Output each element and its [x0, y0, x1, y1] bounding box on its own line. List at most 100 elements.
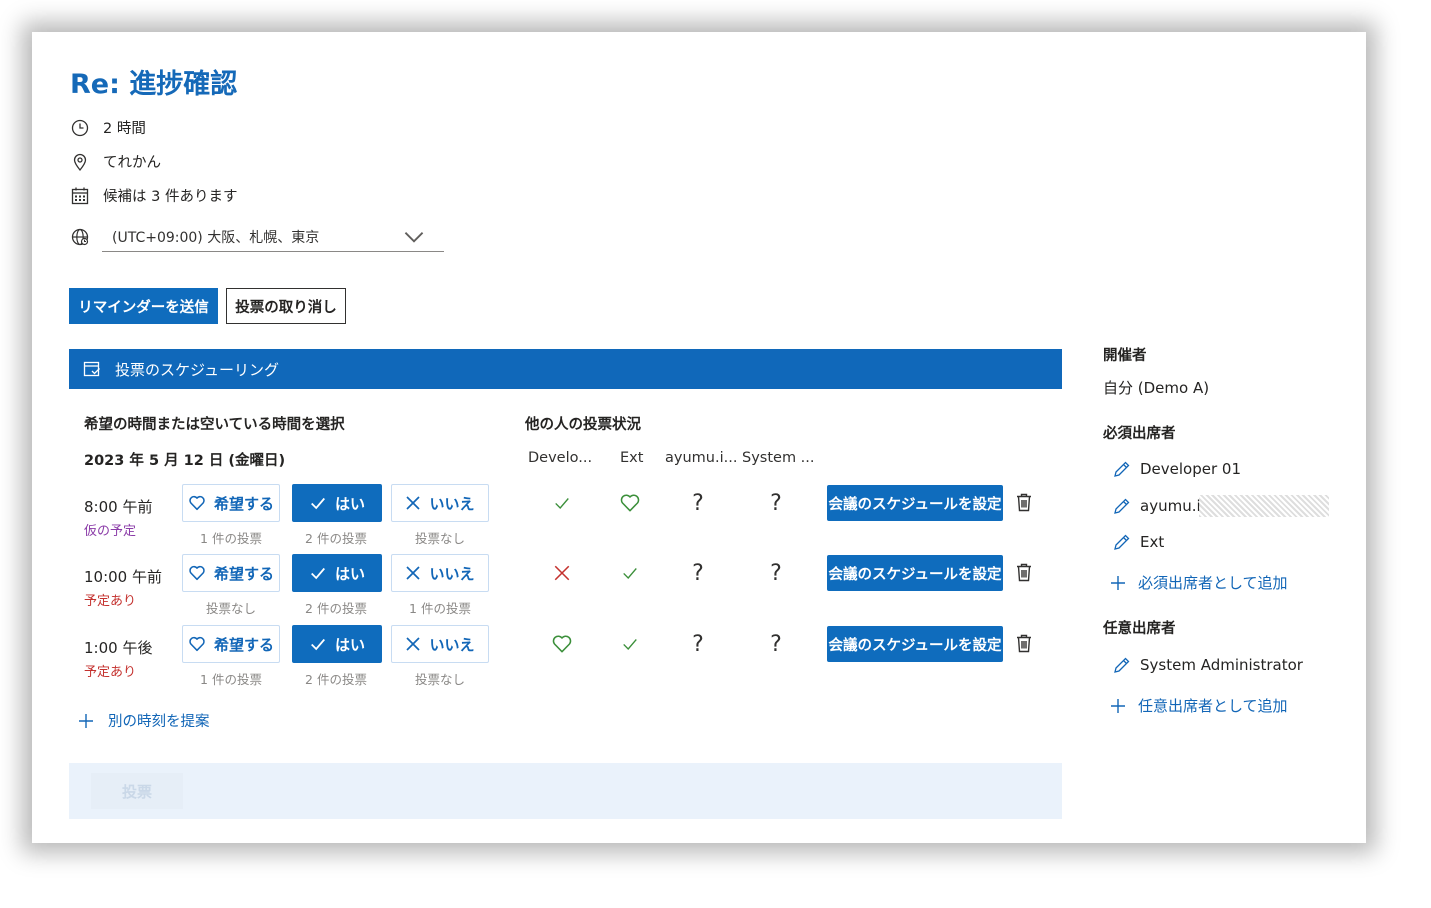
- trash-icon[interactable]: [1016, 493, 1032, 516]
- attendee-vote-mark: ?: [762, 559, 790, 587]
- heart-icon: [552, 635, 572, 653]
- heart-icon: [189, 636, 205, 652]
- organizer-heading: 開催者: [1103, 348, 1147, 364]
- clock-icon: [71, 119, 89, 136]
- propose-time-label: 別の時刻を提案: [108, 714, 210, 730]
- globe-icon: [71, 228, 89, 246]
- propose-time-link[interactable]: 別の時刻を提案: [78, 710, 210, 731]
- check-icon: [311, 638, 325, 651]
- attendee-vote-mark: [548, 630, 576, 658]
- check-icon: [311, 497, 325, 510]
- add-optional-link[interactable]: 任意出席者として追加: [1110, 695, 1288, 716]
- vote-no-button[interactable]: いいえ: [391, 554, 489, 592]
- vote-yes-button[interactable]: はい: [292, 554, 382, 592]
- vote-count: 投票なし: [414, 531, 465, 546]
- send-reminder-button[interactable]: リマインダーを送信: [69, 288, 218, 324]
- vote-prefer-button[interactable]: 希望する: [182, 554, 280, 592]
- vote-yes-button[interactable]: はい: [292, 625, 382, 663]
- question-mark-icon: ?: [692, 560, 704, 586]
- attendee-name: ayumu.i: [1140, 497, 1201, 515]
- schedule-meeting-button[interactable]: 会議のスケジュールを設定: [827, 485, 1003, 521]
- pencil-icon: [1114, 657, 1130, 673]
- required-heading: 必須出席者: [1103, 426, 1176, 442]
- others-votes-heading: 他の人の投票状況: [525, 417, 641, 433]
- vote-label: いいえ: [429, 564, 475, 583]
- attendee-name: Ext: [1140, 533, 1165, 551]
- vote-prefer-button[interactable]: 希望する: [182, 625, 280, 663]
- slot-status: 仮の予定: [84, 524, 137, 539]
- attendee-vote-mark: [616, 489, 644, 517]
- vote-count: 2 件の投票: [305, 531, 367, 546]
- heart-icon: [189, 495, 205, 511]
- add-required-link[interactable]: 必須出席者として追加: [1110, 572, 1288, 593]
- attendee-name: Developer 01: [1140, 460, 1242, 478]
- chevron-down-icon: [404, 231, 424, 243]
- vote-count: 投票なし: [205, 601, 256, 616]
- vote-label: 希望する: [213, 635, 274, 654]
- close-icon: [406, 496, 421, 510]
- timezone-select[interactable]: (UTC+09:00) 大阪、札幌、東京: [102, 222, 444, 252]
- organizer-name: 自分 (Demo A): [1103, 379, 1210, 397]
- vote-count: 1 件の投票: [200, 531, 262, 546]
- attendee-vote-mark: [548, 559, 576, 587]
- vote-label: いいえ: [429, 635, 475, 654]
- vote-prefer-button[interactable]: 希望する: [182, 484, 280, 522]
- candidates-text: 候補は 3 件あります: [103, 189, 238, 205]
- column-header: System ...: [742, 450, 815, 466]
- question-mark-icon: ?: [770, 560, 782, 586]
- add-required-label: 必須出席者として追加: [1138, 574, 1288, 592]
- optional-attendee[interactable]: System Administrator: [1112, 655, 1303, 675]
- vote-no-button[interactable]: いいえ: [391, 484, 489, 522]
- attendee-vote-mark: ?: [684, 559, 712, 587]
- plus-icon: [1111, 575, 1125, 590]
- attendee-vote-mark: ?: [762, 489, 790, 517]
- question-mark-icon: ?: [770, 490, 782, 516]
- pencil-icon: [1114, 461, 1130, 477]
- vote-label: いいえ: [429, 494, 475, 513]
- timezone-value: (UTC+09:00) 大阪、札幌、東京: [112, 229, 320, 246]
- plus-icon: [1111, 698, 1125, 713]
- slot-time: 1:00 午後: [84, 639, 153, 657]
- trash-icon[interactable]: [1016, 563, 1032, 586]
- required-attendee[interactable]: ayumu.i: [1112, 495, 1329, 517]
- location-pin-icon: [73, 153, 87, 171]
- close-icon: [554, 565, 570, 581]
- column-header: ayumu.i...: [665, 450, 738, 466]
- question-mark-icon: ?: [692, 490, 704, 516]
- candidates-row: 候補は 3 件あります: [70, 185, 237, 206]
- column-header: Develo...: [528, 450, 593, 466]
- required-attendee[interactable]: Developer 01: [1112, 459, 1241, 479]
- schedule-meeting-button[interactable]: 会議のスケジュールを設定: [827, 626, 1003, 662]
- vote-no-button[interactable]: いいえ: [391, 625, 489, 663]
- required-attendee[interactable]: Ext: [1112, 532, 1164, 552]
- close-icon: [406, 637, 421, 651]
- vote-count: 1 件の投票: [409, 601, 471, 616]
- check-icon: [555, 498, 569, 509]
- timezone-row: (UTC+09:00) 大阪、札幌、東京: [70, 222, 444, 252]
- attendee-name: System Administrator: [1140, 656, 1303, 674]
- duration-text: 2 時間: [103, 121, 146, 137]
- vote-count: 2 件の投票: [305, 601, 367, 616]
- heart-icon: [189, 565, 205, 581]
- trash-icon[interactable]: [1016, 634, 1032, 657]
- scheduling-poll-panel: Re: 進捗確認 2 時間 てれかん 候補は 3 件あります (UTC+09:0…: [32, 32, 1366, 843]
- vote-yes-button[interactable]: はい: [292, 484, 382, 522]
- attendee-vote-mark: [616, 630, 644, 658]
- schedule-meeting-button[interactable]: 会議のスケジュールを設定: [827, 555, 1003, 591]
- plus-icon: [79, 713, 93, 728]
- vote-footer: 投票: [69, 763, 1062, 819]
- close-icon: [406, 566, 421, 580]
- submit-vote-button[interactable]: 投票: [91, 773, 183, 809]
- check-icon: [623, 568, 637, 579]
- meeting-title: Re: 進捗確認: [70, 69, 238, 100]
- pencil-icon: [1114, 498, 1130, 514]
- duration-row: 2 時間: [70, 117, 146, 138]
- poll-banner: 投票のスケジューリング: [69, 349, 1062, 389]
- vote-label: 希望する: [213, 564, 274, 583]
- cancel-poll-button[interactable]: 投票の取り消し: [226, 288, 346, 324]
- attendee-vote-mark: ?: [684, 489, 712, 517]
- poll-date: 2023 年 5 月 12 日 (金曜日): [84, 453, 286, 469]
- vote-label: 希望する: [213, 494, 274, 513]
- vote-label: はい: [334, 635, 365, 654]
- vote-count: 1 件の投票: [200, 672, 262, 687]
